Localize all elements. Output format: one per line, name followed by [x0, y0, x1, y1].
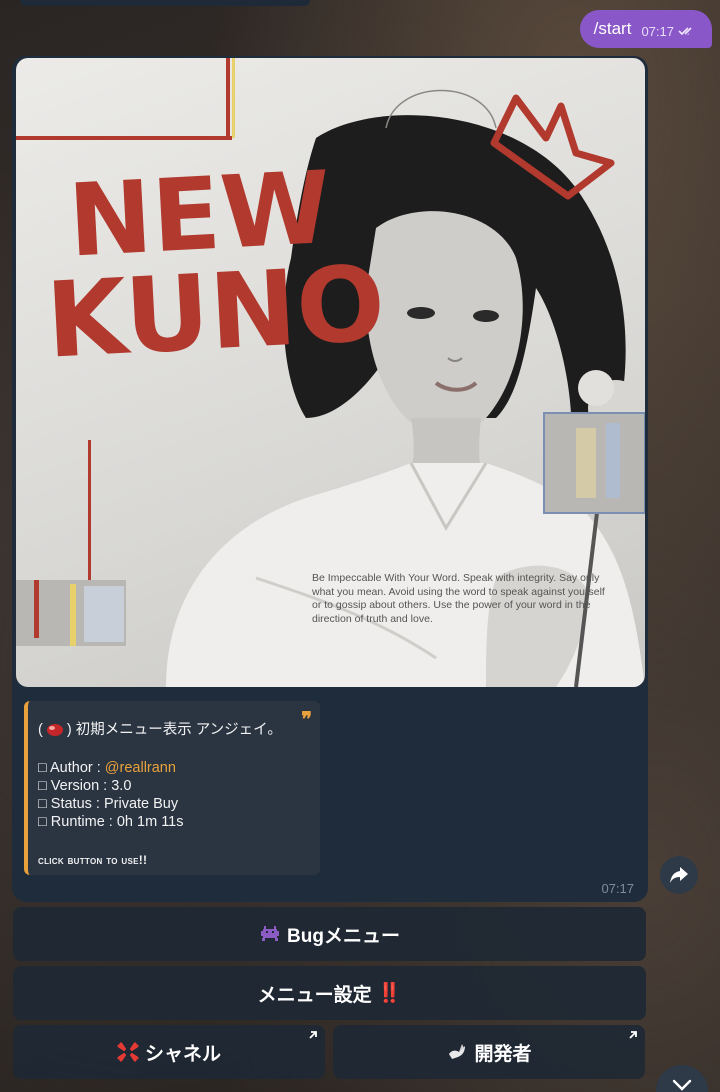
- share-button[interactable]: [660, 856, 698, 894]
- incoming-message[interactable]: NEW KUNO Be Impeccable With Your Word. S…: [12, 56, 648, 902]
- alien-monster-icon: [261, 926, 280, 941]
- version-line: □ Version : 3.0: [38, 778, 132, 794]
- bug-menu-button[interactable]: Bugメニュー: [13, 907, 646, 961]
- dove-icon: [449, 1044, 466, 1059]
- runtime-line: □ Runtime : 0h 1m 11s: [38, 814, 184, 830]
- outgoing-message-meta: 07:17: [641, 24, 698, 39]
- previous-message-edge: [20, 0, 310, 6]
- quote-title: ( ) 初期メニュー表示 アンジェイ。: [38, 722, 282, 738]
- channel-label: シャネル: [144, 1043, 221, 1065]
- external-arrow-icon: [309, 1031, 317, 1039]
- author-line: □ Author : @reallrann: [38, 760, 176, 776]
- status-line: □ Status : Private Buy: [38, 796, 179, 812]
- double-check-icon: [678, 27, 692, 36]
- developer-label: 開発者: [474, 1043, 532, 1065]
- share-icon: [670, 867, 688, 883]
- outgoing-message[interactable]: /start 07:17: [579, 10, 712, 48]
- double-exclamation-icon: ‼️: [377, 983, 402, 1004]
- author-link[interactable]: @reallrann: [105, 760, 176, 776]
- developer-button[interactable]: 開発者: [333, 1025, 645, 1079]
- click-hint: click button to use!!: [38, 853, 148, 867]
- quote-icon: ❞: [301, 707, 312, 731]
- menu-settings-button[interactable]: メニュー設定 ‼️: [13, 966, 646, 1020]
- menu-settings-label: メニュー設定: [257, 984, 372, 1006]
- poster-title-line2: KUNO: [43, 242, 388, 382]
- message-time: 07:17: [601, 881, 634, 896]
- chevron-down-icon: [672, 1079, 692, 1091]
- message-photo[interactable]: NEW KUNO Be Impeccable With Your Word. S…: [16, 58, 645, 687]
- outgoing-message-text: /start: [593, 19, 632, 38]
- channel-button[interactable]: シャネル: [13, 1025, 325, 1079]
- blockquote: ❞ ( ) 初期メニュー表示 アンジェイ。 □ Author : @reallr…: [24, 701, 320, 875]
- scroll-down-button[interactable]: [656, 1065, 708, 1092]
- poster-quote: Be Impeccable With Your Word. Speak with…: [312, 572, 605, 625]
- external-arrow-icon: [629, 1031, 637, 1039]
- bug-menu-label: Bugメニュー: [287, 925, 400, 947]
- anger-icon: [117, 1042, 139, 1062]
- crystal-emoji-icon: [46, 724, 63, 736]
- outgoing-message-time: 07:17: [641, 23, 674, 39]
